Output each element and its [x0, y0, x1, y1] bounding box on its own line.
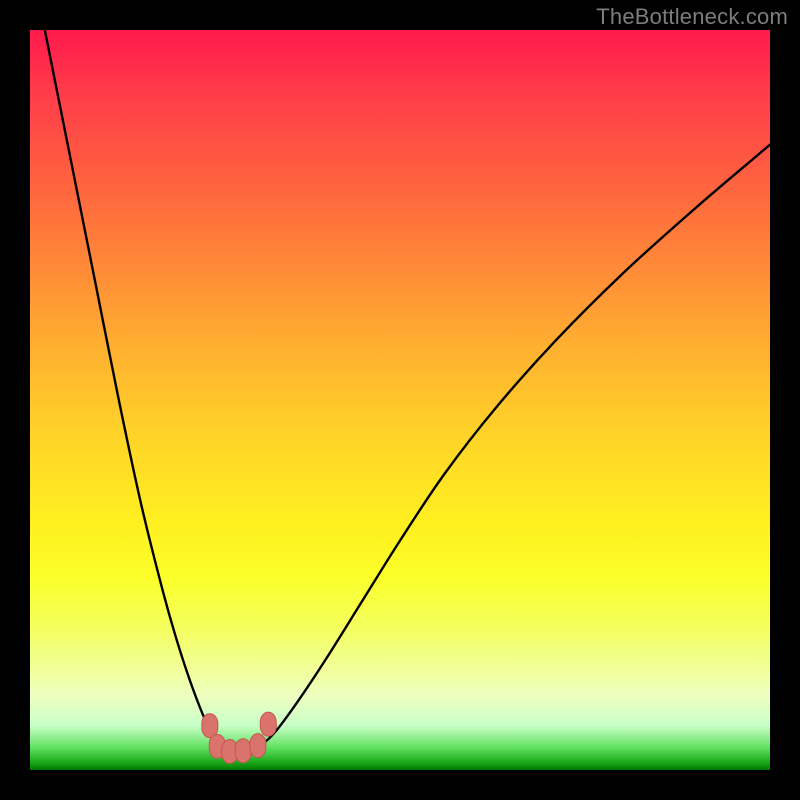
curve-marker-5 [260, 712, 276, 736]
bottleneck-curve [30, 30, 770, 752]
outer-frame: TheBottleneck.com [0, 0, 800, 800]
curve-marker-0 [202, 714, 218, 738]
curve-marker-3 [235, 739, 251, 763]
watermark-text: TheBottleneck.com [596, 4, 788, 30]
plot-area [30, 30, 770, 770]
curve-marker-4 [250, 734, 266, 758]
marker-group [202, 712, 276, 763]
curve-layer [30, 30, 770, 770]
